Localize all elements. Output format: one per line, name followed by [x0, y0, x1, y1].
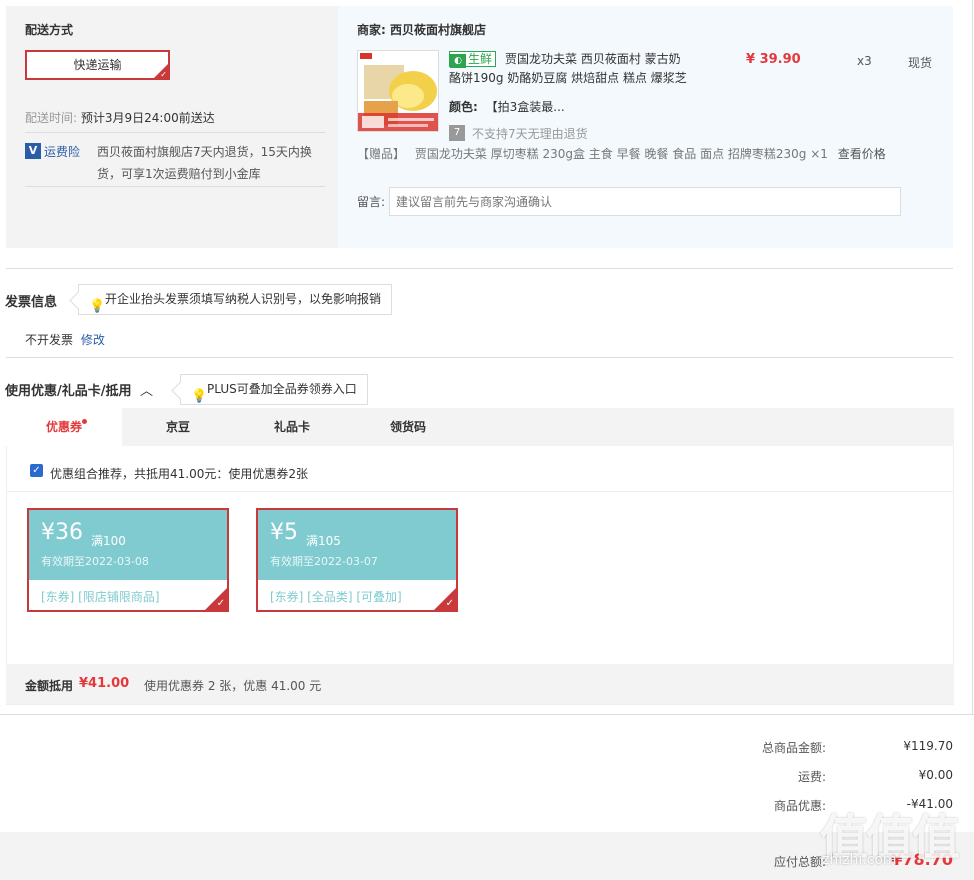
- coupon-amount: ¥36: [41, 520, 83, 545]
- fresh-icon: ◐: [450, 54, 466, 68]
- coupon-card[interactable]: ¥5 满105 有效期至2022-03-07 [东券] [全品类] [可叠加] …: [256, 508, 458, 612]
- tab-redeem-code[interactable]: 领货码: [352, 408, 464, 446]
- coupon-tags: [东券] [限店铺限商品]: [41, 590, 160, 604]
- color-label: 颜色:: [449, 100, 478, 114]
- tab-jingdou-label: 京豆: [165, 420, 190, 434]
- coupon-summary-amount: ¥41.00: [79, 676, 130, 691]
- invoice-modify-link[interactable]: 修改: [81, 333, 105, 347]
- note-label: 留言:: [357, 195, 386, 209]
- tab-giftcard[interactable]: 礼品卡: [236, 408, 348, 446]
- page-border: [972, 0, 973, 714]
- discount-label: 商品优惠:: [773, 799, 826, 813]
- coupon-summary-label: 金额抵用: [25, 679, 74, 693]
- tab-redeem-code-label: 领货码: [389, 420, 426, 434]
- recommend-checkbox[interactable]: ✓: [30, 464, 43, 477]
- check-icon: ✓: [216, 598, 225, 609]
- fresh-badge: ◐ 生鲜: [449, 51, 497, 68]
- delivery-time: 配送时间: 预计3月9日24:00前送达: [25, 109, 215, 126]
- lightbulb-icon: 💡: [191, 389, 208, 404]
- invoice-title: 发票信息: [5, 295, 58, 310]
- note-input[interactable]: [389, 187, 901, 216]
- coupon-amount: ¥5: [270, 520, 298, 545]
- tab-coupons-label: 优惠券: [45, 420, 82, 434]
- product-color: 颜色: 【拍3盒装最...: [449, 98, 565, 115]
- coupon-condition: 满100: [91, 534, 126, 548]
- tab-jingdou[interactable]: 京豆: [122, 408, 234, 446]
- freight-insurance-link[interactable]: 运费险: [44, 143, 80, 160]
- gift-row: 【赠品】 贾国龙功夫菜 厚切枣糕 230g盒 主食 早餐 晚餐 食品 面点 招牌…: [357, 145, 886, 162]
- divider: [25, 186, 325, 187]
- color-value: 【拍3盒装最...: [485, 100, 565, 114]
- section-divider: [6, 268, 953, 269]
- shipping-panel: [6, 6, 338, 248]
- product-quantity: x3: [857, 54, 872, 68]
- tab-coupons[interactable]: 优惠券: [6, 408, 122, 446]
- section-divider: [0, 714, 974, 715]
- check-icon: ✓: [160, 70, 167, 79]
- coupon-section-title: 使用优惠/礼品卡/抵用: [5, 384, 132, 399]
- return-policy-text: 不支持7天无理由退货: [472, 127, 588, 141]
- divider: [25, 132, 325, 133]
- coupon-card[interactable]: ¥36 满100 有效期至2022-03-08 [东券] [限店铺限商品] ✓: [27, 508, 229, 612]
- invoice-type: 不开发票: [25, 333, 74, 347]
- coupon-tags: [东券] [全品类] [可叠加]: [270, 590, 402, 604]
- freight-insurance-text: 西贝莜面村旗舰店7天内退货，15天内换货，可享1次运费赔付到小金库: [97, 145, 312, 181]
- stock-status: 现货: [908, 56, 933, 70]
- no-return-7-icon: 7: [449, 125, 465, 141]
- chevron-up-icon: ︿: [140, 384, 154, 399]
- seller-label: 商家:: [357, 23, 386, 37]
- shipping-method-button[interactable]: 快递运输 ✓: [25, 50, 170, 80]
- freight-label: 运费:: [797, 770, 826, 784]
- section-divider: [6, 357, 953, 358]
- check-icon: ✓: [445, 598, 454, 609]
- product-image[interactable]: [357, 50, 439, 132]
- invoice-tip-text: 开企业抬头发票须填写纳税人识别号，以免影响报销: [105, 292, 382, 306]
- coupon-condition: 满105: [306, 534, 341, 548]
- coupon-header: ¥5 满105 有效期至2022-03-07: [258, 510, 456, 580]
- coupon-valid-date: 有效期至2022-03-07: [270, 555, 378, 568]
- lightbulb-icon: 💡: [89, 299, 106, 314]
- goods-total-label: 总商品金额:: [761, 741, 826, 755]
- recommend-text: 优惠组合推荐，共抵用41.00元：使用优惠券2张: [50, 467, 308, 481]
- coupon-header: ¥36 满100 有效期至2022-03-08: [29, 510, 227, 580]
- seller-name: 西贝莜面村旗舰店: [390, 23, 487, 37]
- tab-giftcard-label: 礼品卡: [273, 420, 310, 434]
- freight-value: ¥0.00: [918, 768, 953, 782]
- seller-info: 商家: 西贝莜面村旗舰店: [357, 21, 486, 38]
- invoice-value: 不开发票 修改: [25, 331, 105, 348]
- product-price: ¥ 39.90: [746, 52, 801, 67]
- plus-coupon-tip[interactable]: 💡 PLUS可叠加全品券领券入口: [180, 374, 368, 405]
- shipping-method-label: 快递运输: [73, 58, 122, 72]
- fresh-badge-label: 生鲜: [468, 52, 493, 66]
- gift-label: 【赠品】: [357, 147, 406, 161]
- coupon-section-toggle[interactable]: 使用优惠/礼品卡/抵用 ︿: [5, 380, 153, 399]
- delivery-time-label: 配送时间:: [25, 111, 78, 125]
- shipping-title: 配送方式: [25, 23, 74, 37]
- coupon-valid-date: 有效期至2022-03-08: [41, 555, 149, 568]
- shield-v-icon: V: [25, 143, 41, 159]
- payable-label: 应付总额:: [773, 855, 826, 869]
- plus-coupon-tip-text: PLUS可叠加全品券领券入口: [207, 382, 357, 396]
- goods-total-value: ¥119.70: [903, 739, 953, 753]
- invoice-tip: 💡 开企业抬头发票须填写纳税人识别号，以免影响报销: [78, 284, 393, 315]
- notification-dot: [82, 419, 87, 424]
- watermark-url: zhizhi.com: [822, 852, 897, 868]
- check-price-link[interactable]: 查看价格: [838, 147, 886, 161]
- divider: [6, 491, 954, 492]
- gift-text: 贾国龙功夫菜 厚切枣糕 230g盒 主食 早餐 晚餐 食品 面点 招牌枣糕230…: [414, 147, 828, 161]
- delivery-time-value: 预计3月9日24:00前送达: [80, 111, 215, 125]
- coupon-summary-desc: 使用优惠券 2 张，优惠 41.00 元: [144, 679, 322, 693]
